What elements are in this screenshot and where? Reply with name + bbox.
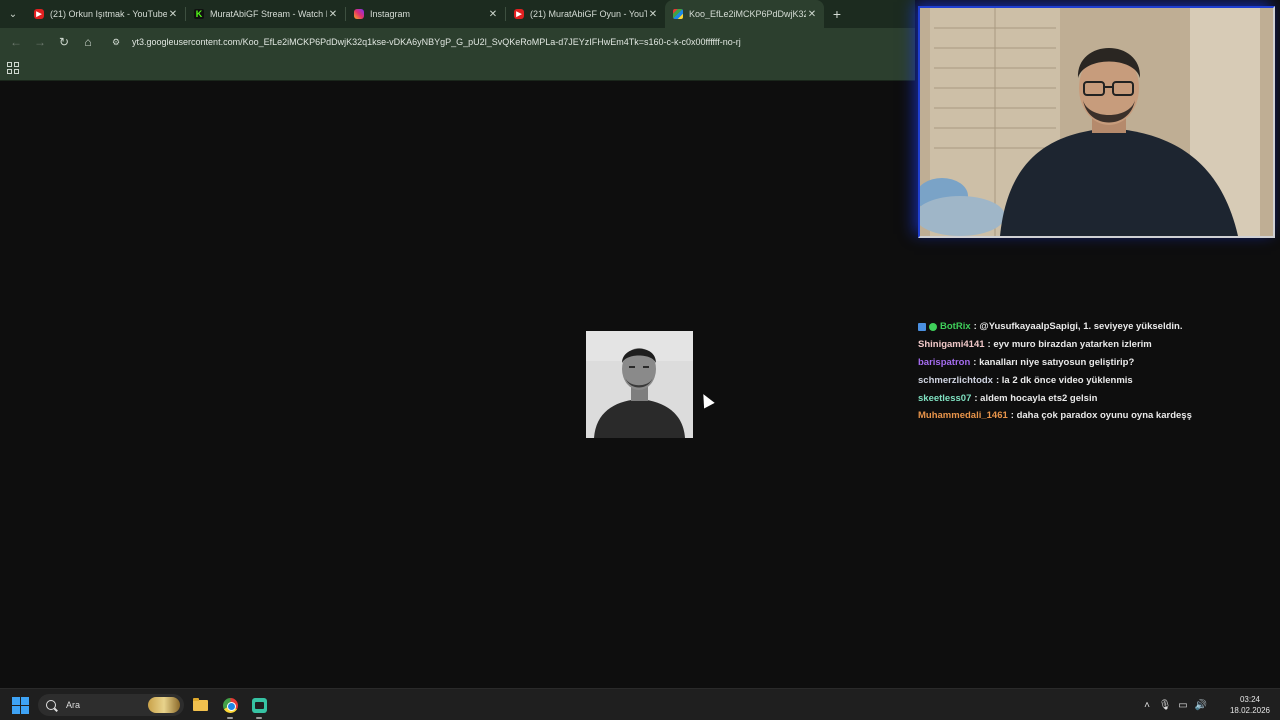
close-icon[interactable]: ✕ <box>487 9 499 20</box>
chat-message: barispatron : kanalları niye satıyosun g… <box>918 354 1278 372</box>
close-icon[interactable]: ✕ <box>327 9 339 20</box>
close-icon[interactable]: ✕ <box>806 9 818 20</box>
chat-message: skeetless07 : aldem hocayla ets2 gelsin <box>918 389 1278 407</box>
instagram-icon <box>354 9 364 19</box>
webcam-overlay <box>918 6 1275 238</box>
chat-text: : la 2 dk önce video yüklenmis <box>995 374 1133 386</box>
tab-instagram[interactable]: Instagram ✕ <box>346 0 505 28</box>
app-icon[interactable] <box>249 695 269 719</box>
windows-start-icon[interactable] <box>12 697 29 714</box>
tab-title: Instagram <box>370 9 411 19</box>
tab-youtube-muratabigf[interactable]: ▶ (21) MuratAbiGF Oyun - YouTube ✕ <box>506 0 665 28</box>
taskbar-search[interactable]: Ara <box>38 694 184 716</box>
home-icon[interactable]: ⌂ <box>76 30 100 54</box>
apps-grid-icon[interactable] <box>6 61 20 75</box>
chat-text: : @YusufkayaalpSapigi, 1. seviyeye yükse… <box>973 321 1183 333</box>
system-tray: ˄ 🎙 ▭ 🔊 03:24 18.02.2026 <box>1138 689 1280 720</box>
reload-icon[interactable]: ↻ <box>52 30 76 54</box>
close-icon[interactable]: ✕ <box>167 9 179 20</box>
chat-username: barispatron <box>918 356 971 368</box>
close-icon[interactable]: ✕ <box>647 9 659 20</box>
network-icon[interactable]: ▭ <box>1174 700 1192 711</box>
search-icon <box>46 700 56 710</box>
address-bar[interactable]: ⚙ yt3.googleusercontent.com/Koo_EfLe2iMC… <box>106 31 915 53</box>
browser-toolbar: ← → ↻ ⌂ ⚙ yt3.googleusercontent.com/Koo_… <box>0 28 915 56</box>
clock[interactable]: 03:24 18.02.2026 <box>1220 694 1280 716</box>
tab-youtube-orkun[interactable]: ▶ (21) Orkun Işıtmak - YouTube ✕ <box>26 0 185 28</box>
chat-username: schmerzlichtodx <box>918 374 993 386</box>
image-icon <box>673 9 683 19</box>
microphone-icon[interactable]: 🎙 <box>1156 700 1174 711</box>
chat-username: Shinigami4141 <box>918 339 985 351</box>
verified-badge-icon <box>929 322 937 331</box>
profile-photo[interactable] <box>586 331 693 438</box>
file-explorer-icon[interactable] <box>190 695 210 715</box>
tab-search-icon[interactable]: ⌄ <box>0 0 26 28</box>
bot-badge-icon <box>918 322 926 331</box>
chat-overlay: BotRix : @YusufkayaalpSapigi, 1. seviyey… <box>918 318 1278 425</box>
chat-message: BotRix : @YusufkayaalpSapigi, 1. seviyey… <box>918 318 1278 336</box>
chat-message: Shinigami4141 : eyv muro birazdan yatark… <box>918 336 1278 354</box>
search-placeholder: Ara <box>66 700 81 710</box>
tab-title: Koo_EfLe2iMCKP6PdDwjK32q1kse <box>689 9 806 19</box>
chat-message: schmerzlichtodx : la 2 dk önce video yük… <box>918 371 1278 389</box>
chrome-icon[interactable] <box>220 695 240 719</box>
youtube-icon: ▶ <box>34 9 44 19</box>
chat-text: : daha çok paradox oyunu oyna kardeşş <box>1010 410 1192 422</box>
site-info-icon[interactable]: ⚙ <box>112 37 126 48</box>
tab-title: MuratAbiGF Stream - Watch Live <box>210 9 327 19</box>
new-tab-button[interactable]: + <box>824 0 850 28</box>
chat-username: BotRix <box>940 321 971 333</box>
tab-kick-stream[interactable]: K MuratAbiGF Stream - Watch Live ✕ <box>186 0 345 28</box>
chat-text: : eyv muro birazdan yatarken izlerim <box>987 339 1152 351</box>
back-icon[interactable]: ← <box>4 30 28 54</box>
kick-icon: K <box>194 9 204 19</box>
chat-text: : aldem hocayla ets2 gelsin <box>974 392 1098 404</box>
bookmarks-bar <box>0 56 915 81</box>
search-highlight-icon <box>148 697 180 713</box>
chat-username: skeetless07 <box>918 392 972 404</box>
tab-title: (21) Orkun Işıtmak - YouTube <box>50 9 167 19</box>
chat-username: Muhammedali_1461 <box>918 410 1008 422</box>
address-url: yt3.googleusercontent.com/Koo_EfLe2iMCKP… <box>132 37 741 47</box>
volume-icon[interactable]: 🔊 <box>1192 700 1210 711</box>
screen: ⌄ ▶ (21) Orkun Işıtmak - YouTube ✕ K Mur… <box>0 0 1280 720</box>
tab-image-active[interactable]: Koo_EfLe2iMCKP6PdDwjK32q1kse ✕ <box>665 0 824 28</box>
tab-strip: ⌄ ▶ (21) Orkun Işıtmak - YouTube ✕ K Mur… <box>0 0 915 28</box>
forward-icon[interactable]: → <box>28 30 52 54</box>
chevron-up-icon[interactable]: ˄ <box>1138 700 1156 711</box>
chat-text: : kanalları niye satıyosun geliştirip? <box>973 356 1135 368</box>
youtube-icon: ▶ <box>514 9 524 19</box>
clock-time: 03:24 <box>1239 695 1261 704</box>
tab-title: (21) MuratAbiGF Oyun - YouTube <box>530 9 647 19</box>
clock-date: 18.02.2026 <box>1229 706 1271 715</box>
taskbar: Ara ˄ 🎙 ▭ 🔊 03:24 18.02.2026 <box>0 688 1280 720</box>
chat-message: Muhammedali_1461 : daha çok paradox oyun… <box>918 407 1278 425</box>
